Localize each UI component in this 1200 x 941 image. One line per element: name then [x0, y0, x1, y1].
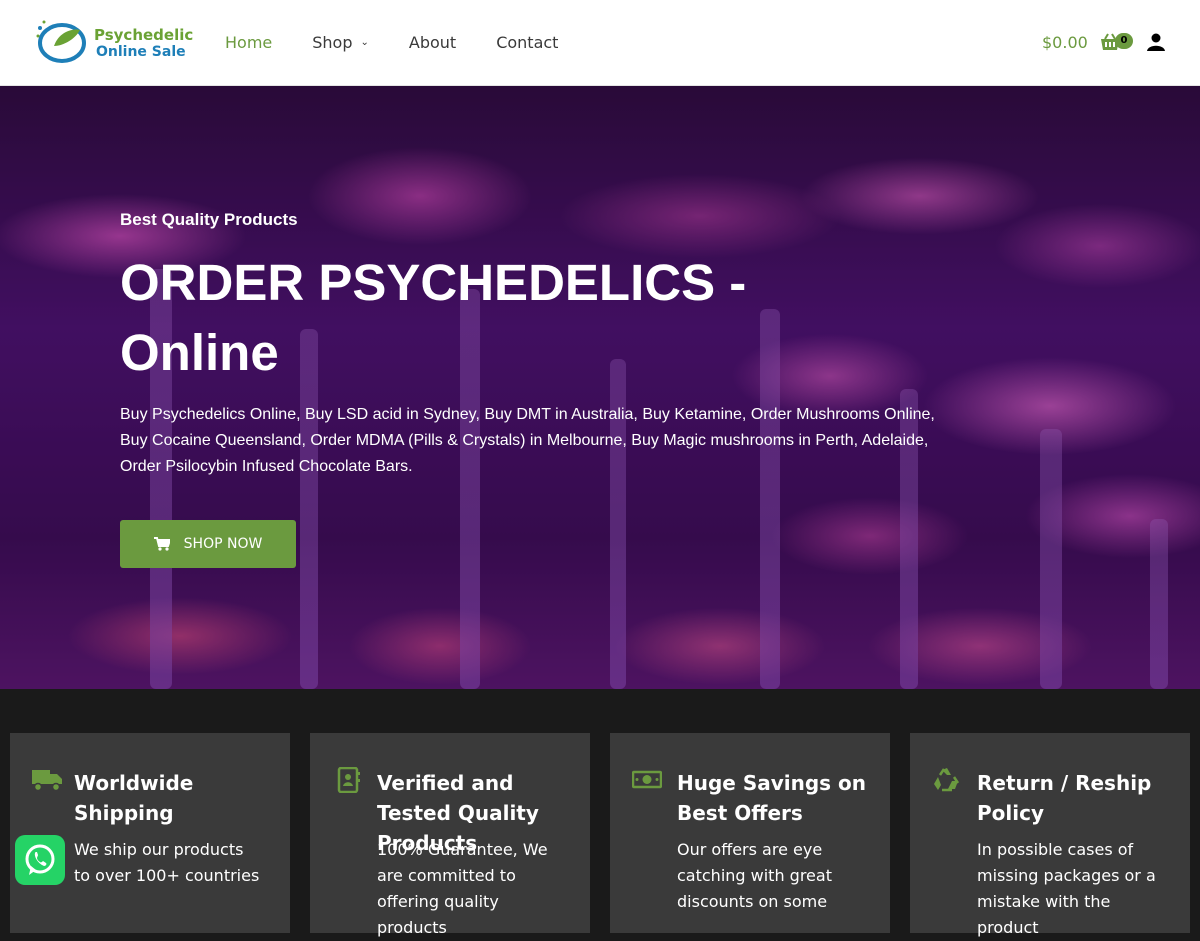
logo-text-line1: Psychedelic	[94, 26, 194, 44]
cart-count-badge: 0	[1115, 33, 1133, 49]
logo-mark-icon	[36, 20, 86, 63]
site-logo[interactable]: Psychedelic Online Sale	[34, 16, 194, 66]
nav-about[interactable]: About	[409, 33, 456, 52]
feature-card: Huge Savings on Best Offers Our offers a…	[610, 733, 890, 933]
feature-card: Verified and Tested Quality Products 100…	[310, 733, 590, 937]
user-account-icon[interactable]	[1146, 32, 1166, 52]
feature-title: Return / Reship Policy	[977, 771, 1152, 825]
feature-text: 100% Guarantee, We are committed to offe…	[377, 840, 548, 937]
nav-shop-label: Shop	[312, 33, 353, 52]
truck-icon	[32, 770, 62, 792]
whatsapp-chat-button[interactable]	[15, 835, 65, 885]
hero-subtitle: Best Quality Products	[120, 210, 298, 229]
contact-book-icon	[337, 767, 360, 793]
hero-title: ORDER PSYCHEDELICS - Online	[120, 254, 747, 381]
shop-now-button[interactable]: SHOP NOW	[120, 520, 296, 568]
hero-banner: Best Quality Products ORDER PSYCHEDELICS…	[0, 86, 1200, 689]
features-section: Worldwide Shipping We ship our products …	[0, 689, 1200, 937]
hero-description: Buy Psychedelics Online, Buy LSD acid in…	[120, 406, 935, 475]
site-header: Psychedelic Online Sale Home Shop ⌄ Abou…	[0, 0, 1200, 86]
nav-shop[interactable]: Shop ⌄	[312, 33, 369, 52]
logo-text-line2: Online Sale	[96, 44, 186, 60]
recycle-icon	[934, 768, 960, 792]
feature-card: Worldwide Shipping We ship our products …	[10, 733, 290, 933]
feature-title: Huge Savings on Best Offers	[677, 771, 867, 825]
shopping-cart-icon	[153, 537, 170, 551]
feature-title: Worldwide Shipping	[74, 771, 194, 825]
nav-home[interactable]: Home	[225, 33, 272, 52]
whatsapp-icon	[25, 844, 55, 875]
feature-text: Our offers are eye catching with great d…	[677, 840, 832, 911]
money-bill-icon	[632, 770, 662, 789]
shop-now-label: SHOP NOW	[183, 536, 263, 552]
cart-total[interactable]: $0.00	[1042, 33, 1088, 52]
feature-text: We ship our products to over 100+ countr…	[74, 840, 260, 885]
main-nav: Home Shop ⌄ About Contact	[225, 33, 598, 52]
chevron-down-icon: ⌄	[360, 37, 369, 48]
feature-text: In possible cases of missing packages or…	[977, 840, 1156, 937]
nav-contact[interactable]: Contact	[496, 33, 558, 52]
feature-card: Return / Reship Policy In possible cases…	[910, 733, 1190, 937]
